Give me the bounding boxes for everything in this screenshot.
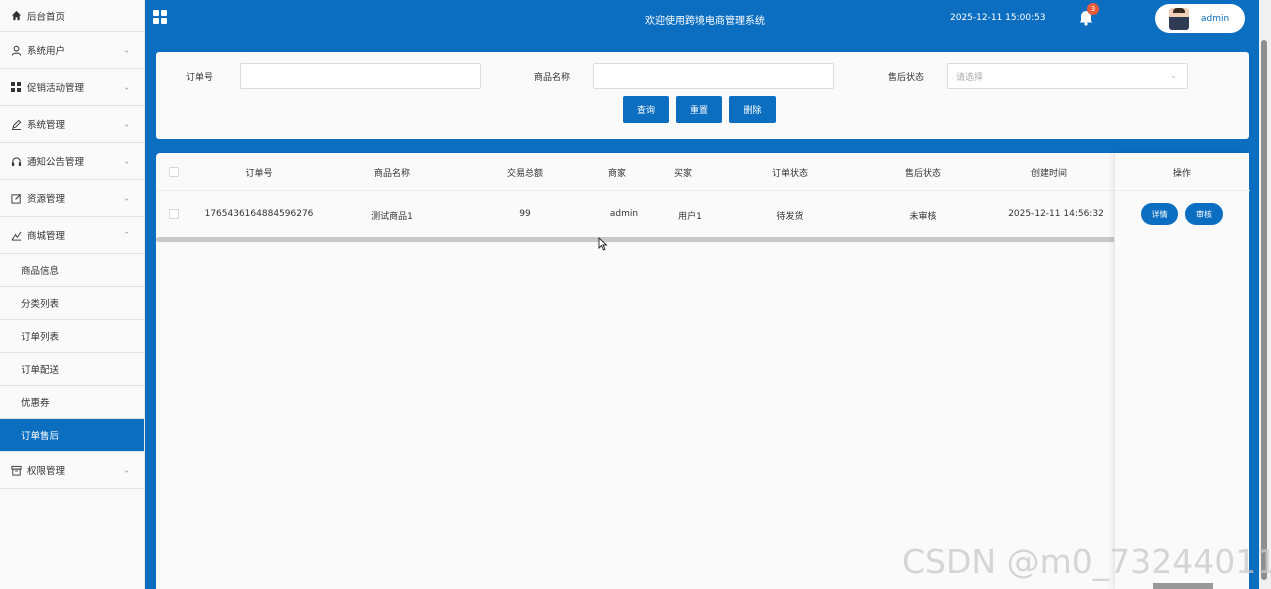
sidebar-subitem-product-info[interactable]: 商品信息 <box>0 254 144 287</box>
column-header: 商家 <box>607 169 627 179</box>
horizontal-scrollbar[interactable] <box>156 237 1126 242</box>
query-button[interactable]: 查询 <box>623 96 669 123</box>
user-menu[interactable]: admin <box>1155 4 1245 33</box>
column-header: 订单号 <box>245 169 273 179</box>
product-name-input[interactable] <box>593 63 834 89</box>
grid-icon <box>10 81 22 93</box>
sidebar-item-promotions[interactable]: 促销活动管理 ⌄ <box>0 69 144 106</box>
cell-merchant: admin <box>609 209 639 219</box>
sidebar-item-resources[interactable]: 资源管理 ⌄ <box>0 180 144 217</box>
cell-buyer: 用户1 <box>678 212 702 222</box>
page-title: 欢迎使用跨境电商管理系统 <box>645 16 765 27</box>
sidebar-item-label: 商城管理 <box>27 231 66 242</box>
sidebar-item-label: 资源管理 <box>27 194 66 205</box>
column-header: 商品名称 <box>373 169 411 179</box>
cell-order-no: 1765436164884596276 <box>204 209 314 219</box>
chevron-down-icon: ⌄ <box>123 119 130 129</box>
chevron-down-icon: ⌄ <box>1170 71 1177 80</box>
sidebar-item-mall-management[interactable]: 商城管理 ⌃ <box>0 217 144 254</box>
table-header: 订单号 商品名称 交易总额 商家 买家 订单状态 售后状态 创建时间 <box>156 153 1249 191</box>
sidebar-subitem-order-delivery[interactable]: 订单配送 <box>0 353 144 386</box>
chevron-down-icon: ⌄ <box>123 465 130 475</box>
edit-icon <box>10 192 22 204</box>
sidebar-item-label: 通知公告管理 <box>27 157 85 168</box>
taskbar-fragment <box>1153 583 1213 589</box>
menu-toggle-icon[interactable] <box>153 10 167 24</box>
column-header: 操作 <box>1172 169 1192 179</box>
product-name-label: 商品名称 <box>534 73 571 83</box>
chevron-down-icon: ⌄ <box>123 82 130 92</box>
main-content: 欢迎使用跨境电商管理系统 2025-12-11 15:00:53 3 admin… <box>145 0 1259 589</box>
orders-table: 订单号 商品名称 交易总额 商家 买家 订单状态 售后状态 创建时间 17654… <box>156 153 1250 589</box>
actions-column: 操作 详情 审核 <box>1114 153 1250 589</box>
watermark: CSDN @m0_73244011 <box>902 542 1271 581</box>
column-header: 售后状态 <box>904 169 942 179</box>
column-header: 订单状态 <box>771 169 809 179</box>
cell-product-name: 测试商品1 <box>371 212 413 222</box>
sidebar-item-label: 系统用户 <box>27 46 66 57</box>
sidebar-subitem-coupons[interactable]: 优惠券 <box>0 386 144 419</box>
username: admin <box>1201 13 1230 24</box>
sidebar-item-label: 权限管理 <box>27 466 66 477</box>
delete-button[interactable]: 删除 <box>729 96 776 123</box>
detail-button[interactable]: 详情 <box>1141 203 1178 225</box>
cell-total: 99 <box>519 209 531 219</box>
pen-icon <box>10 118 22 130</box>
chevron-down-icon: ⌄ <box>123 45 130 55</box>
select-placeholder: 请选择 <box>956 72 984 83</box>
review-button[interactable]: 审核 <box>1185 203 1223 225</box>
after-sale-status-select[interactable]: 请选择 ⌄ <box>947 63 1188 89</box>
sidebar: 后台首页 系统用户 ⌄ 促销活动管理 ⌄ 系统管理 ⌄ 通知公告管理 ⌄ 资源管… <box>0 0 145 589</box>
chart-icon <box>10 229 22 241</box>
home-icon <box>10 10 22 22</box>
search-panel: 订单号 商品名称 售后状态 请选择 ⌄ 查询 重置 删除 <box>156 52 1249 139</box>
archive-icon <box>10 464 22 476</box>
row-checkbox[interactable] <box>169 209 179 219</box>
cell-created-at: 2025-12-11 14:56:32 <box>1008 209 1104 219</box>
table-row: 1765436164884596276 测试商品1 99 admin 用户1 待… <box>156 192 1249 237</box>
sidebar-item-notices[interactable]: 通知公告管理 ⌄ <box>0 143 144 180</box>
user-icon <box>10 44 22 56</box>
column-header: 买家 <box>673 169 693 179</box>
cell-after-sale-status: 未审核 <box>909 212 937 222</box>
sidebar-subitem-category-list[interactable]: 分类列表 <box>0 287 144 320</box>
reset-button[interactable]: 重置 <box>676 96 722 123</box>
after-sale-status-label: 售后状态 <box>888 73 925 83</box>
sidebar-item-system-management[interactable]: 系统管理 ⌄ <box>0 106 144 143</box>
actions-header-cell: 操作 <box>1115 153 1250 191</box>
order-no-label: 订单号 <box>186 73 214 83</box>
column-header: 交易总额 <box>506 169 544 179</box>
sidebar-item-permissions[interactable]: 权限管理 ⌄ <box>0 452 144 489</box>
cell-order-status: 待发货 <box>776 212 804 222</box>
sidebar-item-label: 促销活动管理 <box>27 83 85 94</box>
mouse-cursor-icon <box>598 236 608 254</box>
chevron-up-icon: ⌃ <box>123 230 130 240</box>
sidebar-item-system-users[interactable]: 系统用户 ⌄ <box>0 32 144 69</box>
vertical-scrollbar[interactable] <box>1259 0 1271 589</box>
sidebar-item-home[interactable]: 后台首页 <box>0 0 144 32</box>
chevron-down-icon: ⌄ <box>123 156 130 166</box>
order-no-input[interactable] <box>240 63 481 89</box>
sidebar-item-label: 系统管理 <box>27 120 66 131</box>
column-header: 创建时间 <box>1030 169 1068 179</box>
current-datetime: 2025-12-11 15:00:53 <box>950 13 1046 23</box>
avatar <box>1169 7 1189 30</box>
select-all-checkbox[interactable] <box>169 167 179 177</box>
chevron-down-icon: ⌄ <box>123 193 130 203</box>
top-bar: 欢迎使用跨境电商管理系统 2025-12-11 15:00:53 3 admin <box>145 0 1259 38</box>
notification-badge: 3 <box>1087 3 1099 15</box>
sidebar-subitem-after-sales[interactable]: 订单售后 <box>0 419 144 452</box>
sidebar-item-label: 后台首页 <box>27 11 66 23</box>
headset-icon <box>10 155 22 167</box>
sidebar-subitem-order-list[interactable]: 订单列表 <box>0 320 144 353</box>
